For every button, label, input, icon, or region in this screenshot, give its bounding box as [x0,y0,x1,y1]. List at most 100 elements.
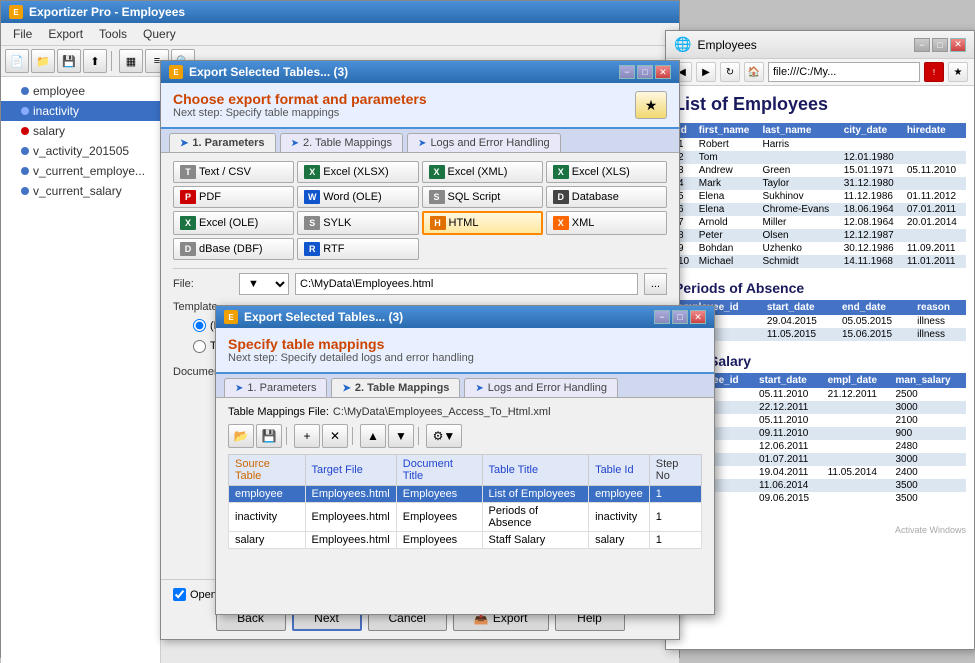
file-path-input[interactable] [295,273,638,295]
mappings-add-btn[interactable]: + [294,424,320,448]
dialog-back-close[interactable]: ✕ [655,65,671,79]
format-excel-ole[interactable]: X Excel (OLE) [173,211,294,235]
csv-icon: T [180,165,196,179]
format-excel-xml[interactable]: X Excel (XML) [422,161,543,183]
table-row[interactable]: inactivity Employees.html Employees Peri… [229,503,702,532]
browser-go-btn[interactable]: ! [924,62,944,82]
rtf-icon: R [304,242,320,256]
dialog-back-minimize[interactable]: − [619,65,635,79]
toolbar-export[interactable]: ⬆ [83,49,107,73]
file-label: File: [173,278,233,290]
format-sql[interactable]: S SQL Script [422,186,543,208]
sidebar-dot [21,147,29,155]
list-item: 529.04.201505.05.2015illness [674,315,966,328]
sidebar-item-label: employee [33,84,85,98]
file-type-select[interactable]: ▼ [239,273,289,295]
sidebar-item-employee[interactable]: employee [1,81,160,101]
browser-home-btn[interactable]: 🏠 [744,62,764,82]
browser-icon: 🌐 [674,36,691,53]
mappings-save-btn[interactable]: 💾 [256,424,282,448]
format-text-csv[interactable]: T Text / CSV [173,161,294,183]
dialog-front-minimize[interactable]: − [654,310,670,324]
file-browse-btn[interactable]: ... [644,273,667,295]
browser-title: Employees [697,38,756,52]
sidebar-item-vactivity[interactable]: v_activity_201505 [1,141,160,161]
mappings-down-btn[interactable]: ▼ [388,424,414,448]
list-item: 10MichaelSchmidt14.11.196811.01.2011 [674,255,966,268]
mappings-open-btn[interactable]: 📂 [228,424,254,448]
mappings-delete-btn[interactable]: ✕ [322,424,348,448]
menu-tools[interactable]: Tools [91,25,135,43]
browser-maximize[interactable]: □ [932,38,948,52]
format-database[interactable]: D Database [546,186,667,208]
browser-star-btn[interactable]: ★ [948,62,968,82]
browser-minimize[interactable]: − [914,38,930,52]
browser-refresh-btn[interactable]: ↻ [720,62,740,82]
menu-query[interactable]: Query [135,25,184,43]
row3-table-title: Staff Salary [482,532,589,549]
row2-target: Employees.html [305,503,396,532]
dialog-front-restore[interactable]: □ [672,310,688,324]
format-xml[interactable]: X XML [546,211,667,235]
mappings-up-btn[interactable]: ▲ [360,424,386,448]
toolbar-new[interactable]: 📄 [5,49,29,73]
toolbar-save[interactable]: 💾 [57,49,81,73]
browser-nav: ◀ ▶ ↻ 🏠 ! ★ [666,59,974,86]
mappings-table: Source Table Target File Document Title … [228,454,702,549]
xml-icon: X [553,216,569,230]
mappings-settings-btn[interactable]: ⚙▼ [426,424,462,448]
format-excel-xlsx[interactable]: X Excel (XLSX) [297,161,418,183]
tab-table-mappings[interactable]: ➤ 2. Table Mappings [280,133,403,152]
table-row[interactable]: salary Employees.html Employees Staff Sa… [229,532,702,549]
sidebar-item-salary[interactable]: salary [1,121,160,141]
dialog-back-icon: E [169,65,183,79]
tab-logs[interactable]: ➤ Logs and Error Handling [407,133,561,152]
format-pdf[interactable]: P PDF [173,186,294,208]
tab-mappings-label: 2. Table Mappings [303,137,392,149]
dialog-front-tabs: ➤ 1. Parameters ➤ 2. Table Mappings ➤ Lo… [216,374,714,398]
tab-parameters[interactable]: ➤ 1. Parameters [169,133,276,152]
col-doc-title: Document Title [396,455,482,486]
dialog-front-close[interactable]: ✕ [690,310,706,324]
sidebar-dot [21,167,29,175]
col-target: Target File [305,455,396,486]
list-item: 205.11.201021.12.20112500 [674,388,966,401]
toolbar-grid[interactable]: ▦ [119,49,143,73]
dialog-back-restore[interactable]: □ [637,65,653,79]
format-sylk[interactable]: S SYLK [297,211,418,235]
tab-front-parameters[interactable]: ➤ 1. Parameters [224,378,327,397]
radio-none-input[interactable] [193,319,206,332]
format-html[interactable]: H HTML [422,211,543,235]
format-word-ole[interactable]: W Word (OLE) [297,186,418,208]
db-icon: D [553,190,569,204]
sidebar-dot [21,107,29,115]
menu-file[interactable]: File [5,25,40,43]
browser-forward-btn[interactable]: ▶ [696,62,716,82]
sidebar-item-vcurrent-salary[interactable]: v_current_salary [1,181,160,201]
browser-address-bar[interactable] [768,62,920,82]
star-button[interactable]: ★ [635,91,667,119]
browser-close[interactable]: ✕ [950,38,966,52]
row3-doc-title: Employees [396,532,482,549]
tab-front-logs[interactable]: ➤ Logs and Error Handling [464,378,618,397]
sidebar-dot [21,87,29,95]
tab-arrow: ➤ [418,138,426,149]
sidebar-item-vcurrent-employee[interactable]: v_current_employe... [1,161,160,181]
radio-template-input[interactable] [193,340,206,353]
menu-export[interactable]: Export [40,25,91,43]
sidebar-item-label: v_activity_201505 [33,144,129,158]
col-step-no: Step No [649,455,701,486]
toolbar-open[interactable]: 📁 [31,49,55,73]
tab-front-mappings[interactable]: ➤ 2. Table Mappings [331,378,460,397]
sidebar-item-inactivity[interactable]: inactivity [1,101,160,121]
section3-title: Staff Salary [674,353,966,369]
col-table-id: Table Id [589,455,650,486]
format-dbase[interactable]: D dBase (DBF) [173,238,294,260]
tab-front-params-label: 1. Parameters [247,382,316,394]
open-target-checkbox[interactable] [173,588,186,601]
format-rtf[interactable]: R RTF [297,238,418,260]
format-excel-xls[interactable]: X Excel (XLS) [546,161,667,183]
col-empldate: empl_date [824,373,892,388]
table-row[interactable]: employee Employees.html Employees List o… [229,486,702,503]
mappings-file-path: C:\MyData\Employees_Access_To_Html.xml [333,406,551,418]
